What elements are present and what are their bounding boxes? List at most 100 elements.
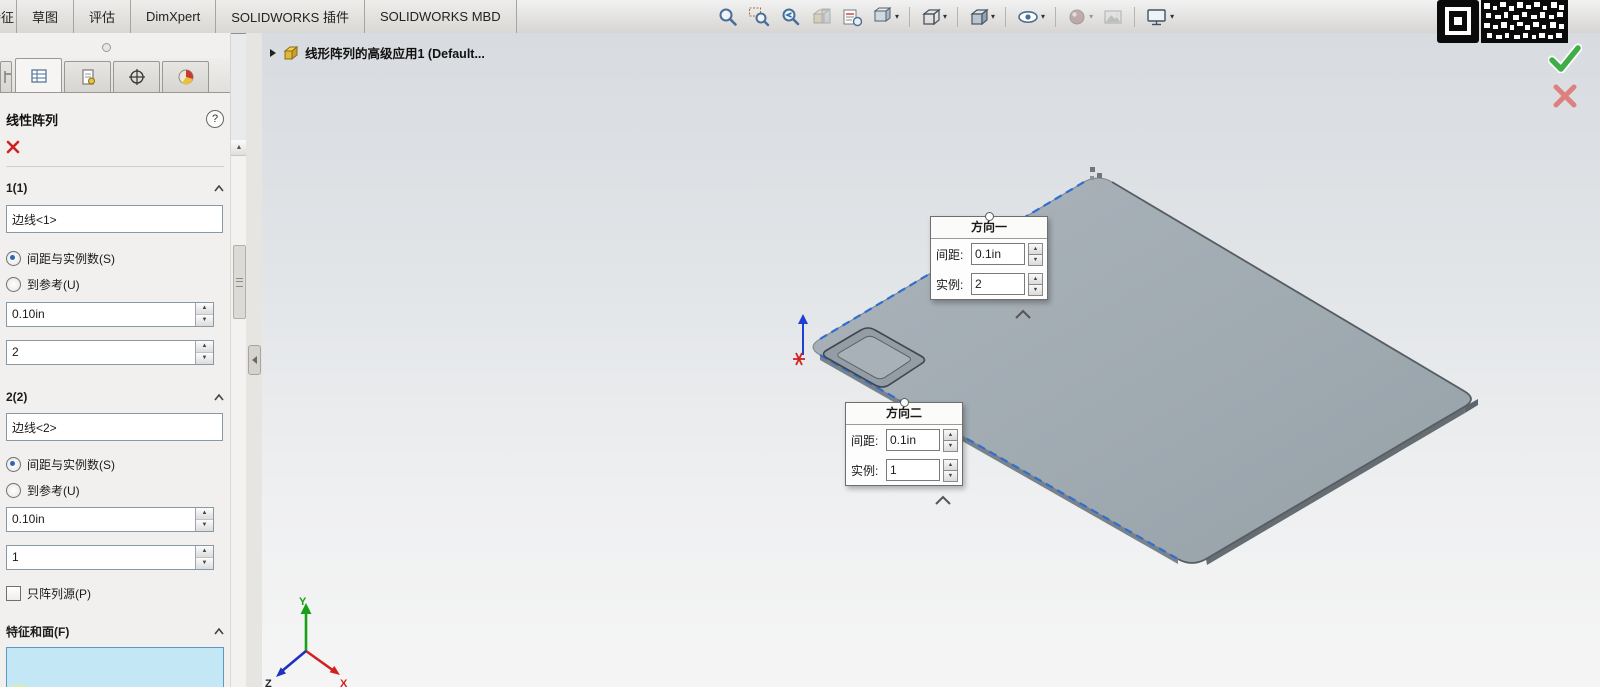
direction1-spacing-input[interactable]: 0.10in ▲▼ [6,302,214,327]
tab-featuremanager-tree[interactable] [0,61,12,92]
features-faces-group-header[interactable]: 特征和面(F) [6,623,224,639]
direction2-callout[interactable]: 方向二 间距: 0.1in ▲▼ 实例: 1 ▲▼ [845,402,963,486]
tab-sketch[interactable]: 草图 [17,0,74,33]
splitter-collapse-handle[interactable] [248,345,261,375]
feature-tree-breadcrumb[interactable]: 线形阵列的高级应用1 (Default... [270,43,485,62]
spinner-up-icon[interactable]: ▲ [196,341,213,353]
spinner-up-icon[interactable]: ▲ [1028,273,1043,285]
tab-addins[interactable]: SOLIDWORKS 插件 [216,0,365,33]
zoom-to-fit-button[interactable] [716,5,740,29]
view-orientation-button[interactable]: ▾ [919,5,948,29]
callout-handle-icon[interactable] [985,212,994,221]
spacing-value[interactable]: 0.10in [7,303,195,326]
direction1-group-header[interactable]: 1(1) [6,179,224,197]
display-style-button[interactable]: ▾ [967,5,996,29]
spacing-spinner[interactable]: ▲▼ [195,303,213,326]
count-spinner[interactable]: ▲▼ [943,459,958,481]
features-selection-listbox[interactable] [6,647,224,687]
spacing-spinner[interactable]: ▲▼ [943,429,958,451]
view-selector-button[interactable]: ▾ [871,5,900,29]
checkbox-unchecked-icon[interactable] [6,586,21,601]
panel-splitter[interactable] [246,33,263,687]
count-spinner[interactable]: ▲▼ [195,546,213,569]
radio-unselected-icon[interactable] [6,277,21,292]
pattern-seed-only-option[interactable]: 只阵列源(P) [6,585,224,601]
direction2-spacing-option[interactable]: 间距与实例数(S) [6,455,224,473]
tab-dimxpert[interactable]: DimXpert [131,0,216,33]
edit-appearance-button[interactable]: ▾ [1065,5,1094,29]
tab-dimxpertmanager[interactable] [113,61,160,92]
radio-selected-icon[interactable] [6,251,21,266]
spacing-spinner[interactable]: ▲▼ [1028,243,1043,265]
scrollbar-up-arrow-icon[interactable]: ▲ [231,140,247,156]
spinner-up-icon[interactable]: ▲ [1028,243,1043,255]
hide-show-items-button[interactable]: ▾ [1015,5,1046,29]
direction1-count-input[interactable]: 2 ▲▼ [6,340,214,365]
spinner-down-icon[interactable]: ▼ [943,441,958,452]
direction2-uptoref-option[interactable]: 到参考(U) [6,481,224,499]
tab-configurationmanager[interactable] [64,61,111,92]
spacing-value[interactable]: 0.10in [7,508,195,531]
direction1-callout[interactable]: 方向一 间距: 0.1in ▲▼ 实例: 2 ▲▼ [930,216,1048,300]
view-settings-button[interactable]: ▾ [1144,5,1175,29]
count-value[interactable]: 1 [7,546,195,569]
cancel-x-button[interactable] [1552,83,1578,109]
spinner-up-icon[interactable]: ▲ [196,303,213,315]
direction1-spacing-option[interactable]: 间距与实例数(S) [6,249,224,267]
edit-appearance-caret-icon[interactable]: ▾ [1089,13,1093,21]
spinner-up-icon[interactable]: ▲ [943,429,958,441]
direction1-edge-field[interactable]: 边线<1> [6,205,223,233]
view-orientation-caret-icon[interactable]: ▾ [943,13,947,21]
direction2-count-callout-input[interactable]: 1 [886,459,940,481]
tab-displaymanager[interactable] [162,61,209,92]
radio-unselected-icon[interactable] [6,483,21,498]
count-spinner[interactable]: ▲▼ [1028,273,1043,295]
direction2-edge-field[interactable]: 边线<2> [6,413,223,441]
ok-check-button[interactable] [1548,43,1582,73]
collapse-chevron-icon[interactable] [214,185,224,192]
spacing-spinner[interactable]: ▲▼ [195,508,213,531]
scrollbar-thumb[interactable] [233,245,246,319]
direction1-uptoref-option[interactable]: 到参考(U) [6,275,224,293]
view-settings-caret-icon[interactable]: ▾ [1170,13,1174,21]
expand-arrow-icon[interactable] [270,49,276,57]
previous-view-button[interactable] [778,5,802,29]
section-view-button[interactable] [809,5,833,29]
count-value[interactable]: 2 [7,341,195,364]
tab-evaluate[interactable]: 评估 [74,0,131,33]
spinner-up-icon[interactable]: ▲ [196,508,213,520]
collapse-chevron-icon[interactable] [214,628,224,635]
tab-mbd[interactable]: SOLIDWORKS MBD [365,0,517,33]
radio-selected-icon[interactable] [6,457,21,472]
direction2-spacing-input[interactable]: 0.10in ▲▼ [6,507,214,532]
spinner-down-icon[interactable]: ▼ [196,315,213,326]
count-spinner[interactable]: ▲▼ [195,341,213,364]
help-button[interactable]: ? [206,110,224,128]
tab-features[interactable]: 特征 [0,0,17,33]
collapse-chevron-icon[interactable] [214,394,224,401]
panel-scrollbar[interactable]: ▲ [230,140,247,687]
direction1-collapse-chevron-icon[interactable] [1014,309,1032,320]
callout-handle-icon[interactable] [900,398,909,407]
spinner-down-icon[interactable]: ▼ [196,353,213,364]
direction1-spacing-callout-input[interactable]: 0.1in [971,243,1025,265]
direction2-spacing-callout-input[interactable]: 0.1in [886,429,940,451]
hide-show-caret-icon[interactable]: ▾ [1041,13,1045,21]
spinner-down-icon[interactable]: ▼ [196,520,213,531]
panel-top-splitter[interactable] [0,33,230,58]
spinner-down-icon[interactable]: ▼ [196,558,213,569]
direction2-collapse-chevron-icon[interactable] [934,495,952,506]
graphics-viewport[interactable]: 线形阵列的高级应用1 (Default... [262,33,1600,687]
dynamic-annotation-button[interactable] [840,5,864,29]
direction1-count-callout-input[interactable]: 2 [971,273,1025,295]
cancel-button[interactable] [6,140,20,154]
spinner-up-icon[interactable]: ▲ [943,459,958,471]
view-selector-caret-icon[interactable]: ▾ [895,13,899,21]
apply-scene-button[interactable] [1101,5,1125,29]
spinner-down-icon[interactable]: ▼ [943,471,958,482]
direction2-count-input[interactable]: 1 ▲▼ [6,545,214,570]
direction2-group-header[interactable]: 2(2) [6,389,224,405]
zoom-to-area-button[interactable] [747,5,771,29]
spinner-down-icon[interactable]: ▼ [1028,285,1043,296]
tab-propertymanager[interactable] [15,58,62,92]
